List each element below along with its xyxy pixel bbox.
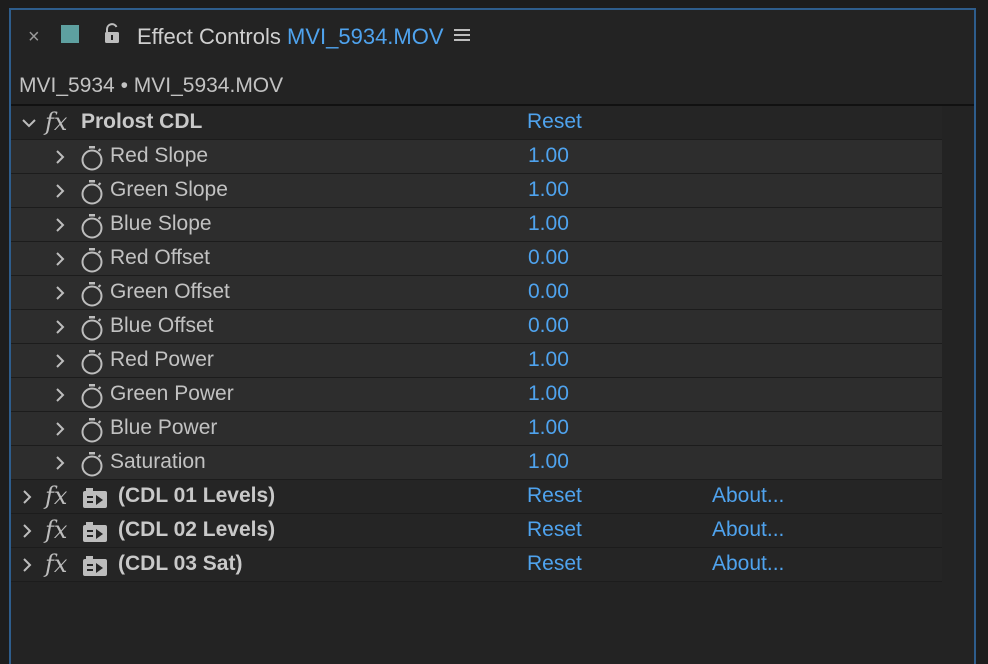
stopwatch-icon[interactable]	[80, 383, 104, 414]
chevron-right-icon[interactable]	[54, 217, 66, 238]
param-name: Green Power	[110, 382, 234, 405]
param-name: Blue Slope	[110, 212, 212, 235]
param-row[interactable]: Red Slope 1.00	[11, 140, 942, 174]
reset-button[interactable]: Reset	[527, 518, 582, 542]
panel-title-clip: MVI_5934.MOV	[287, 24, 444, 49]
param-value[interactable]: 1.00	[528, 416, 569, 440]
reset-button[interactable]: Reset	[527, 552, 582, 576]
param-row[interactable]: Blue Slope 1.00	[11, 208, 942, 242]
chevron-down-icon[interactable]	[21, 116, 37, 134]
effect-name: (CDL 03 Sat)	[118, 552, 243, 575]
param-row[interactable]: Saturation 1.00	[11, 446, 942, 480]
panel-title-prefix: Effect Controls	[137, 24, 281, 49]
fx-toggle-icon[interactable]: fx	[45, 516, 67, 544]
effect-row-cdl-03-sat[interactable]: fx (CDL 03 Sat) Reset About...	[11, 548, 942, 582]
chevron-right-icon[interactable]	[21, 557, 33, 578]
param-name: Red Slope	[110, 144, 209, 167]
reset-button[interactable]: Reset	[527, 484, 582, 508]
chevron-right-icon[interactable]	[54, 455, 66, 476]
layer-breadcrumb: MVI_5934 • MVI_5934.MOV	[19, 74, 284, 97]
stopwatch-icon[interactable]	[80, 179, 104, 210]
param-value[interactable]: 0.00	[528, 314, 569, 338]
param-value[interactable]: 1.00	[528, 212, 569, 236]
about-link[interactable]: About...	[712, 552, 784, 576]
effects-list: fx Prolost CDL Reset Red Slope 1.00 Gree…	[11, 106, 942, 582]
param-value[interactable]: 1.00	[528, 178, 569, 202]
stopwatch-icon[interactable]	[80, 213, 104, 244]
chevron-right-icon[interactable]	[54, 285, 66, 306]
effect-name: Prolost CDL	[81, 110, 203, 133]
chevron-right-icon[interactable]	[54, 353, 66, 374]
param-row[interactable]: Green Slope 1.00	[11, 174, 942, 208]
effect-row-cdl-02-levels[interactable]: fx (CDL 02 Levels) Reset About...	[11, 514, 942, 548]
preset-icon	[83, 522, 107, 547]
param-value[interactable]: 1.00	[528, 450, 569, 474]
panel-title[interactable]: Effect Controls MVI_5934.MOV	[137, 24, 444, 50]
param-row[interactable]: Blue Power 1.00	[11, 412, 942, 446]
chevron-right-icon[interactable]	[54, 421, 66, 442]
param-name: Blue Offset	[110, 314, 214, 337]
fx-toggle-icon[interactable]: fx	[45, 550, 67, 578]
stopwatch-icon[interactable]	[80, 417, 104, 448]
close-tab-icon[interactable]: ×	[28, 27, 40, 47]
chevron-right-icon[interactable]	[54, 251, 66, 272]
param-name: Blue Power	[110, 416, 218, 439]
chevron-right-icon[interactable]	[54, 149, 66, 170]
param-name: Red Offset	[110, 246, 210, 269]
effect-name: (CDL 01 Levels)	[118, 484, 276, 507]
param-name: Red Power	[110, 348, 214, 371]
about-link[interactable]: About...	[712, 484, 784, 508]
param-row[interactable]: Green Power 1.00	[11, 378, 942, 412]
stopwatch-icon[interactable]	[80, 349, 104, 380]
fx-toggle-icon[interactable]: fx	[45, 482, 67, 510]
param-row[interactable]: Blue Offset 0.00	[11, 310, 942, 344]
stopwatch-icon[interactable]	[80, 315, 104, 346]
stopwatch-icon[interactable]	[80, 247, 104, 278]
label-color-swatch[interactable]	[61, 25, 79, 43]
stopwatch-icon[interactable]	[80, 451, 104, 482]
param-value[interactable]: 0.00	[528, 280, 569, 304]
preset-icon	[83, 488, 107, 513]
param-row[interactable]: Red Offset 0.00	[11, 242, 942, 276]
param-name: Saturation	[110, 450, 206, 473]
effect-row-prolost-cdl[interactable]: fx Prolost CDL Reset	[11, 106, 942, 140]
stopwatch-icon[interactable]	[80, 281, 104, 312]
param-value[interactable]: 1.00	[528, 382, 569, 406]
about-link[interactable]: About...	[712, 518, 784, 542]
panel-tab-bar: × Effect Controls MVI_5934.MOV	[11, 10, 974, 66]
effect-controls-panel: × Effect Controls MVI_5934.MOV MVI_5934 …	[9, 8, 976, 664]
param-row[interactable]: Green Offset 0.00	[11, 276, 942, 310]
reset-button[interactable]: Reset	[527, 110, 582, 134]
preset-icon	[83, 556, 107, 581]
fx-toggle-icon[interactable]: fx	[45, 108, 67, 136]
chevron-right-icon[interactable]	[21, 523, 33, 544]
effect-row-cdl-01-levels[interactable]: fx (CDL 01 Levels) Reset About...	[11, 480, 942, 514]
chevron-right-icon[interactable]	[21, 489, 33, 510]
param-value[interactable]: 1.00	[528, 144, 569, 168]
chevron-right-icon[interactable]	[54, 387, 66, 408]
param-name: Green Offset	[110, 280, 230, 303]
param-value[interactable]: 0.00	[528, 246, 569, 270]
param-value[interactable]: 1.00	[528, 348, 569, 372]
param-name: Green Slope	[110, 178, 228, 201]
hamburger-menu-icon[interactable]	[453, 27, 471, 48]
chevron-right-icon[interactable]	[54, 183, 66, 204]
param-row[interactable]: Red Power 1.00	[11, 344, 942, 378]
stopwatch-icon[interactable]	[80, 145, 104, 176]
effect-name: (CDL 02 Levels)	[118, 518, 276, 541]
unlock-icon[interactable]	[103, 23, 121, 50]
chevron-right-icon[interactable]	[54, 319, 66, 340]
